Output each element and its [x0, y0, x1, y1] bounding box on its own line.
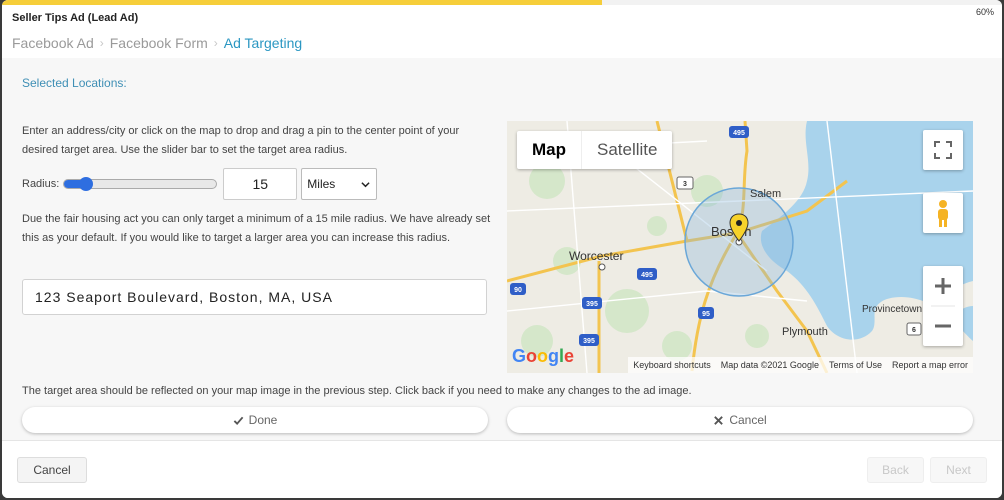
radius-slider-handle[interactable] — [79, 177, 94, 191]
map-label-provincetown: Provincetown — [862, 304, 923, 315]
map-label-plymouth: Plymouth — [782, 326, 828, 338]
pegman-icon — [938, 200, 948, 227]
fullscreen-button[interactable] — [923, 130, 963, 170]
map-label-salem: Salem — [750, 188, 782, 200]
breadcrumb-ad-targeting: Ad Targeting — [223, 35, 303, 51]
breadcrumb-facebook-ad[interactable]: Facebook Ad — [12, 35, 94, 51]
radius-slider[interactable] — [63, 177, 218, 191]
address-input[interactable]: 123 Seaport Boulevard, Boston, MA, USA — [22, 279, 487, 315]
shield-95: 95 — [702, 311, 710, 318]
progress-percent: 60% — [975, 7, 994, 17]
page-title: Seller Tips Ad (Lead Ad) — [12, 12, 139, 24]
shield-3: 3 — [683, 181, 687, 188]
shield-495: 495 — [733, 130, 745, 137]
keyboard-shortcuts-link[interactable]: Keyboard shortcuts — [628, 357, 716, 373]
breadcrumb-facebook-form[interactable]: Facebook Form — [110, 35, 208, 51]
next-button[interactable]: Next — [930, 457, 987, 483]
selected-locations-label: Selected Locations: — [22, 76, 127, 90]
chevron-down-icon — [361, 182, 370, 188]
shield-395-b: 395 — [583, 338, 595, 345]
zoom-out-button[interactable] — [923, 306, 963, 346]
done-button[interactable]: Done — [22, 407, 488, 433]
map-label-worcester: Worcester — [569, 249, 624, 263]
shield-395: 395 — [586, 301, 598, 308]
radius-row: Radius: 15 Miles — [22, 168, 378, 200]
terms-of-use-link[interactable]: Terms of Use — [824, 357, 887, 373]
back-button[interactable]: Back — [867, 457, 924, 483]
zoom-control — [923, 266, 963, 346]
cancel-targeting-label: Cancel — [729, 413, 767, 427]
target-area-note: The target area should be reflected on y… — [22, 385, 692, 397]
ad-targeting-dialog: 60% Seller Tips Ad (Lead Ad) Facebook Ad… — [2, 0, 1002, 498]
map-type-map-button[interactable]: Map — [517, 131, 581, 169]
shield-6: 6 — [912, 327, 916, 334]
street-view-button[interactable] — [923, 193, 963, 233]
map[interactable]: 495 495 90 395 95 395 3 6 Worcester Bost… — [507, 121, 973, 373]
shield-90: 90 — [514, 287, 522, 294]
radius-unit-select[interactable]: Miles — [301, 168, 378, 200]
zoom-in-button[interactable] — [923, 266, 963, 306]
checkmark-icon — [233, 416, 243, 425]
targeting-panel: Selected Locations: Enter an address/cit… — [2, 58, 1002, 440]
progress-bar — [2, 0, 1002, 5]
progress-fill — [2, 0, 602, 5]
radius-input[interactable]: 15 — [223, 168, 298, 200]
instructions-text: Enter an address/city or click on the ma… — [22, 125, 460, 156]
done-button-label: Done — [248, 413, 278, 427]
report-map-error-link[interactable]: Report a map error — [887, 357, 973, 373]
fair-housing-text: Due the fair housing act you can only ta… — [22, 213, 491, 244]
fullscreen-icon — [934, 141, 952, 159]
shield-495-b: 495 — [641, 272, 653, 279]
chevron-right-icon: › — [213, 36, 218, 50]
map-data-attribution: Map data ©2021 Google — [720, 360, 819, 370]
map-footer: Keyboard shortcuts Map data ©2021 Google… — [507, 357, 973, 373]
map-type-satellite-button[interactable]: Satellite — [581, 131, 672, 169]
cancel-targeting-button[interactable]: Cancel — [507, 407, 973, 433]
map-type-control: Map Satellite — [517, 131, 673, 169]
map-pin-icon[interactable] — [729, 213, 749, 243]
chevron-right-icon: › — [99, 36, 104, 50]
dialog-footer: Cancel Back Next — [2, 440, 1002, 498]
radius-unit-value: Miles — [307, 177, 336, 191]
breadcrumb: Facebook Ad › Facebook Form › Ad Targeti… — [12, 35, 302, 51]
radius-label: Radius: — [22, 178, 60, 190]
close-icon — [714, 415, 724, 425]
footer-cancel-button[interactable]: Cancel — [17, 457, 87, 483]
